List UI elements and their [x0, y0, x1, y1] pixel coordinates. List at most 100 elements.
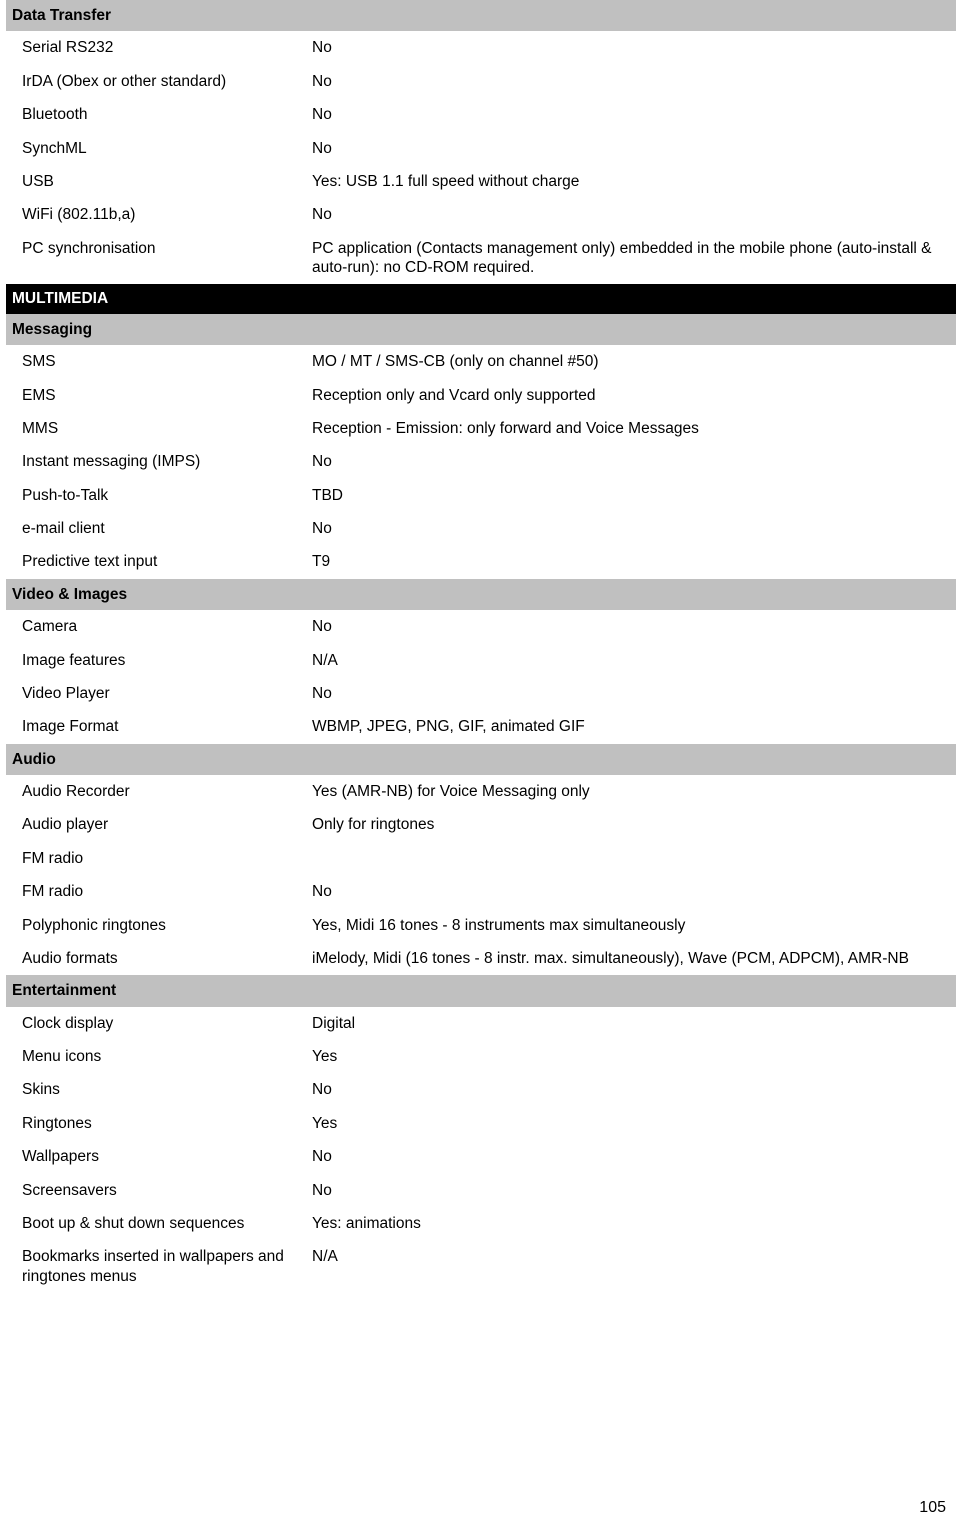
spec-value: No: [312, 39, 332, 57]
spec-label: Push-to-Talk: [22, 486, 109, 504]
table-row: FM radio No: [6, 875, 956, 908]
spec-label: SMS: [22, 353, 56, 371]
spec-value: Digital: [312, 1014, 356, 1032]
spec-label: Camera: [22, 618, 78, 636]
spec-value: No: [312, 206, 332, 224]
table-row: MMS Reception - Emission: only forward an…: [6, 412, 956, 445]
spec-label: Screensavers: [22, 1181, 117, 1199]
group-header-row: Data Transfer: [6, 0, 956, 32]
spec-value: N/A: [312, 651, 338, 669]
specification-table-body: Data Transfer Serial RS232 No IrDA (Obex or…: [6, 0, 956, 1293]
spec-value: N/A: [312, 1248, 338, 1266]
spec-value: No: [312, 1181, 332, 1199]
spec-label: Bookmarks inserted in wallpapers and rin…: [22, 1248, 284, 1285]
spec-label: MMS: [22, 419, 59, 437]
spec-value: No: [312, 684, 332, 702]
spec-label: e-mail client: [22, 520, 105, 537]
spec-value: No: [312, 106, 332, 124]
spec-value: Yes: [312, 1048, 338, 1065]
spec-label: EMS: [22, 386, 56, 404]
spec-value: No: [312, 520, 332, 537]
table-row: WiFi (802.11b,a) No: [6, 198, 956, 231]
spec-label: Image Format: [22, 718, 119, 736]
spec-value: T9: [312, 553, 331, 571]
spec-value: Yes: USB 1.1 full speed without charge: [312, 172, 580, 190]
spec-value: Reception - Emission: only forward and V…: [312, 419, 699, 437]
spec-label: FM radio: [22, 883, 84, 901]
spec-header-value: [306, 0, 956, 32]
table-row: Audio Recorder Yes (AMR-NB) for Voice Mes…: [6, 775, 956, 808]
table-row: EMS Reception only and Vcard only support…: [6, 379, 956, 412]
table-row: Video Player No: [6, 677, 956, 710]
spec-value: TBD: [312, 486, 343, 504]
spec-value: Yes, Midi 16 tones - 8 instruments max s…: [312, 916, 686, 934]
table-row: USB Yes: USB 1.1 full speed without charg…: [6, 165, 956, 198]
table-row: IrDA (Obex or other standard) No: [6, 65, 956, 98]
spec-header-label: MULTIMEDIA: [6, 284, 956, 314]
spec-label: Menu icons: [22, 1048, 102, 1065]
table-row: Push-to-Talk TBD: [6, 479, 956, 512]
table-row: e-mail client No: [6, 512, 956, 545]
spec-header-label: Messaging: [6, 313, 306, 346]
table-row: Camera No: [6, 610, 956, 643]
table-row: Bookmarks inserted in wallpapers and rin…: [6, 1240, 956, 1293]
table-row: PC synchronisation PC application (Contac…: [6, 232, 956, 285]
spec-header-label: Video & Images: [6, 578, 306, 611]
section-header-row: MULTIMEDIA: [6, 284, 956, 314]
spec-header-label: Data Transfer: [6, 0, 306, 32]
spec-label: PC synchronisation: [22, 239, 156, 257]
spec-label: Instant messaging (IMPS): [22, 453, 201, 471]
spec-value: No: [312, 139, 332, 157]
spec-label: USB: [22, 172, 54, 190]
table-row: SynchML No: [6, 132, 956, 165]
spec-value: Yes: animations: [312, 1214, 421, 1232]
group-header-row: Audio: [6, 743, 956, 775]
spec-label: Wallpapers: [22, 1148, 99, 1166]
specification-table: Data Transfer Serial RS232 No IrDA (Obex or…: [6, 0, 956, 1293]
spec-value: No: [312, 1148, 332, 1166]
spec-value: WBMP, JPEG, PNG, GIF, animated GIF: [312, 718, 585, 736]
spec-value: MO / MT / SMS-CB (only on channel #50): [312, 353, 599, 371]
spec-label: Video Player: [22, 684, 110, 702]
spec-label: FM radio: [22, 849, 84, 867]
spec-label: Image features: [22, 651, 126, 669]
page-number: 105: [919, 1499, 946, 1516]
table-row: Polyphonic ringtones Yes, Midi 16 tones -…: [6, 909, 956, 942]
spec-value: [306, 842, 956, 875]
spec-value: Only for ringtones: [312, 816, 435, 834]
spec-label: Bluetooth: [22, 106, 88, 124]
spec-label: Skins: [22, 1081, 60, 1099]
table-row: Audio formats iMelody, Midi (16 tones - 8…: [6, 942, 956, 975]
spec-label: IrDA (Obex or other standard): [22, 72, 227, 90]
spec-label: Audio player: [22, 816, 109, 834]
spec-value: PC application (Contacts management only…: [312, 239, 932, 276]
spec-header-value: [306, 743, 956, 775]
spec-label: Predictive text input: [22, 553, 158, 571]
spec-value: No: [312, 618, 332, 636]
group-header-row: Video & Images: [6, 578, 956, 611]
table-row: Image Format WBMP, JPEG, PNG, GIF, animat…: [6, 710, 956, 743]
table-row: Clock display Digital: [6, 1007, 956, 1040]
spec-header-label: Entertainment: [6, 975, 306, 1007]
table-row: Bluetooth No: [6, 98, 956, 131]
spec-value: Reception only and Vcard only supported: [312, 386, 596, 404]
table-row: Screensavers No: [6, 1174, 956, 1207]
table-row: Ringtones Yes: [6, 1107, 956, 1140]
spec-value: Yes (AMR-NB) for Voice Messaging only: [312, 783, 590, 800]
spec-label: Audio formats: [22, 949, 118, 967]
spec-value: No: [312, 72, 332, 90]
group-header-row: Messaging: [6, 313, 956, 346]
spec-label: SynchML: [22, 139, 87, 157]
spec-label: Serial RS232: [22, 39, 114, 57]
spec-label: Clock display: [22, 1014, 114, 1032]
spec-value: No: [312, 453, 332, 471]
spec-value: No: [312, 883, 332, 901]
spec-header-value: [306, 975, 956, 1007]
spec-header-value: [306, 578, 956, 611]
table-row: Instant messaging (IMPS) No: [6, 445, 956, 478]
table-row: Serial RS232 No: [6, 31, 956, 64]
table-row: Image features N/A: [6, 644, 956, 677]
table-row: Predictive text input T9: [6, 545, 956, 578]
spec-label: Boot up & shut down sequences: [22, 1214, 245, 1232]
table-row: FM radio: [6, 842, 956, 875]
